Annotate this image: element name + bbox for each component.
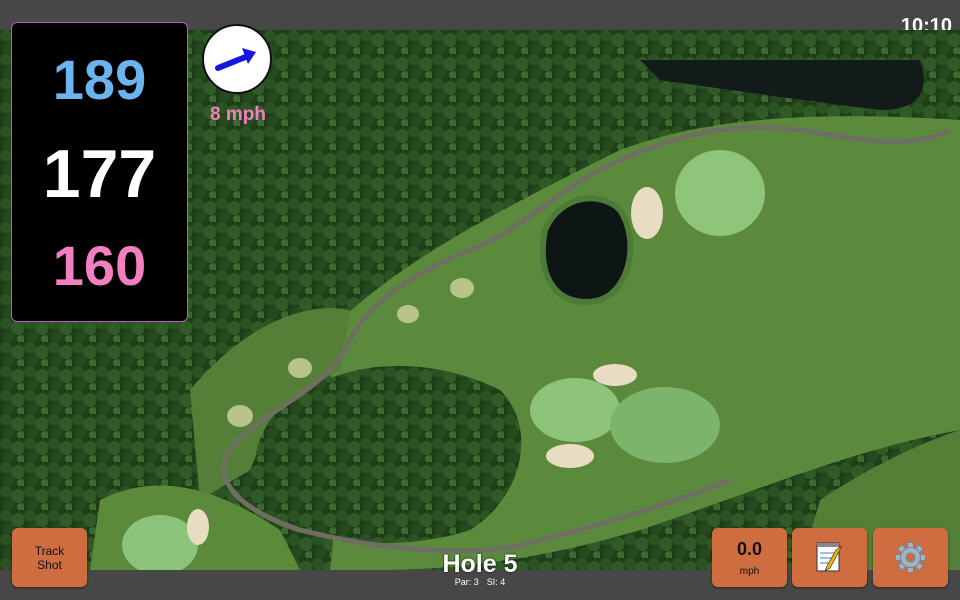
hole-meta: Par: 3 SI: 4 (380, 577, 580, 587)
distance-front: 160 (52, 234, 147, 297)
distance-panel: 189 177 160 (11, 22, 188, 322)
track-shot-button[interactable]: Track Shot (12, 528, 87, 587)
hole-title: Hole 5 (442, 550, 518, 578)
distance-back: 189 (52, 48, 147, 111)
track-shot-label-line2: Shot (37, 557, 62, 572)
hole-si: SI: 4 (486, 577, 506, 587)
arrow-right-icon (215, 48, 256, 71)
notes-button[interactable] (792, 528, 867, 587)
speed-button[interactable]: 0.0 mph (712, 528, 787, 587)
distance-middle: 177 (42, 136, 157, 212)
notepad-icon (816, 542, 843, 572)
speed-unit: mph (739, 566, 760, 577)
track-shot-label-line1: Track (34, 543, 65, 558)
gear-icon (895, 542, 926, 573)
wind-indicator (202, 24, 272, 94)
speed-value: 0.0 (736, 539, 763, 559)
wind-speed: 8 mph (210, 104, 266, 125)
settings-button[interactable] (873, 528, 948, 587)
hole-par: Par: 3 (454, 577, 479, 587)
